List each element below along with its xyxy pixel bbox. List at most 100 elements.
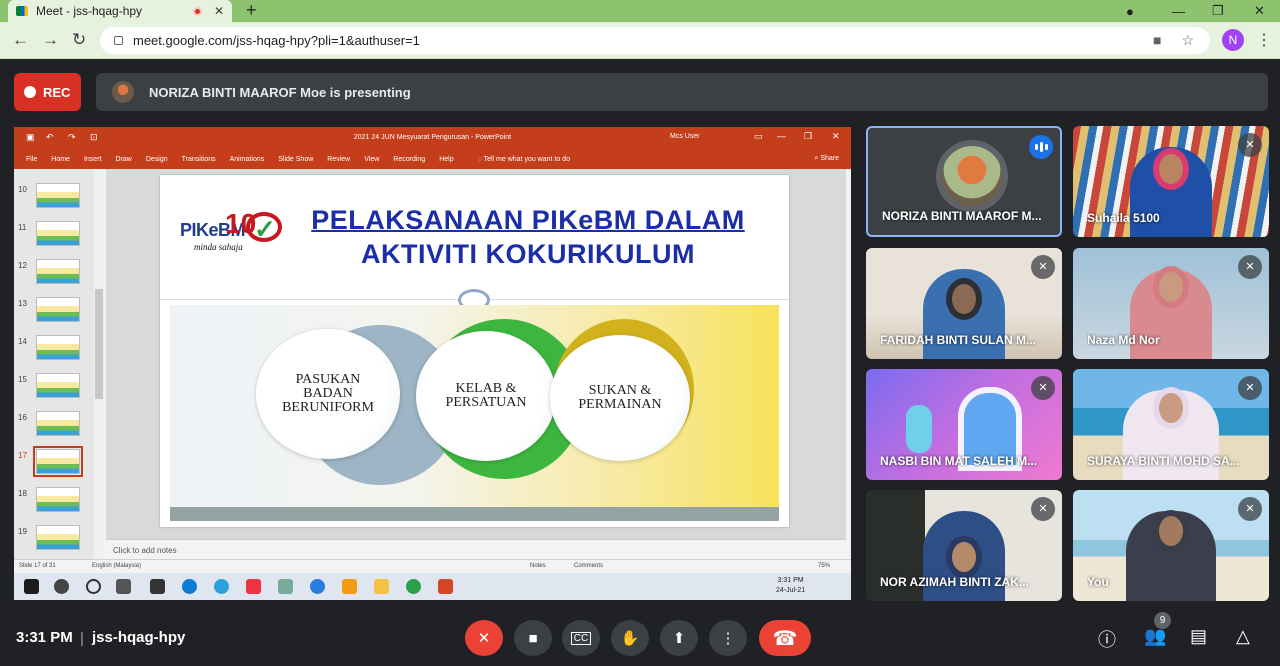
browser-toolbar: ← → ↻ meet.google.com/jss-hqag-hpy?pli=1… [0,22,1280,59]
ribbon-tab: Animations [229,155,265,163]
presenting-banner: NORIZA BINTI MAAROF Moe is presenting [96,73,1268,111]
slide-thumbnail-image [36,259,80,284]
search-icon [54,579,69,594]
slide-thumbnail: 16 [14,409,104,439]
participant-face [1153,266,1189,308]
tab-title: Meet - jss-hqag-hpy [36,4,143,18]
reload-icon[interactable]: ↻ [72,30,86,50]
taskbar-time: 3:31 PM [777,577,804,584]
record-dot-icon [24,86,36,98]
slide-thumbnail-image [36,487,80,512]
new-tab-button[interactable]: + [246,0,257,20]
profile-menu-icon[interactable]: ● [1126,0,1134,22]
participant-tile-suraya[interactable]: ✕ SURAYA BINTI MOHD SA... [1073,369,1269,480]
presenter-avatar [112,81,134,103]
leave-call-button[interactable]: ☎ [759,620,811,656]
app-icon [278,579,293,594]
present-button[interactable]: ⬆ [660,620,698,656]
participant-count-badge: 9 [1154,612,1171,629]
edge-icon [182,579,197,594]
camera-permission-icon[interactable]: ■ [1153,32,1161,49]
slide-thumbnail-image [36,525,80,550]
status-notes: Notes [530,563,546,569]
windows-taskbar: 3:31 PM 24-Jul-21 [14,573,851,600]
minimize-icon[interactable]: — [1172,0,1185,22]
captions-button[interactable]: CC [562,620,600,656]
app-icon [310,579,325,594]
forward-arrow-icon[interactable]: → [42,30,59,50]
participant-tile-faridah[interactable]: ✕ FARIDAH BINTI SULAN M... [866,248,1062,359]
slide-thumbnail-image [36,335,80,360]
browser-tab[interactable]: Meet - jss-hqag-hpy ✕ [8,0,232,22]
slide-title-line-1: PELAKSANAAN PIKeBM DALAM [311,205,745,235]
slide-diagram-area: PASUKAN BADAN BERUNIFORM KELAB & PERSATU… [170,305,779,507]
logo-tagline: minda sahaja [194,242,243,252]
back-arrow-icon[interactable]: ← [12,30,29,50]
slide-number: 19 [18,527,27,536]
recording-button[interactable]: REC [14,73,81,111]
slide-thumbnail-pane: 10 11 12 13 14 15 16 17 18 19 [14,169,104,559]
mic-off-icon: ✕ [1238,497,1262,521]
participant-tile-suhaila[interactable]: ✕ Suhaila 5100 [1073,126,1269,237]
meeting-details-button[interactable]: ⓘ [1098,626,1116,652]
participant-tile-naza[interactable]: ✕ Naza Md Nor [1073,248,1269,359]
people-button[interactable]: 👥 [1144,626,1166,647]
participant-tile-nor-azimah[interactable]: ✕ NOR AZIMAH BINTI ZAK... [866,490,1062,601]
mic-off-icon: ✕ [477,630,491,647]
raise-hand-button[interactable]: ✋ [611,620,649,656]
meet-favicon-icon [16,6,28,16]
tell-me-box: ◌ Tell me what you want to do [478,156,570,163]
powerpoint-ribbon: File Home Insert Draw Design Transitions… [14,149,851,169]
window-close-icon[interactable]: ✕ [1254,0,1265,22]
address-bar[interactable]: meet.google.com/jss-hqag-hpy?pli=1&authu… [100,27,1210,54]
slide-thumbnail-image [36,373,80,398]
tab-close-icon[interactable]: ✕ [214,4,224,18]
participant-tile-nasbi[interactable]: ✕ NASBI BIN MAT SALEH M... [866,369,1062,480]
ribbon-tab: File [26,155,38,163]
participant-tile-you[interactable]: ✕ You [1073,490,1269,601]
chrome-profile-avatar[interactable]: N [1222,29,1244,51]
chat-icon: ▤ [1190,626,1208,646]
slide-thumbnail-selected: 17 [14,446,104,477]
people-icon: 👥 [1144,626,1167,646]
slide-thumbnail: 12 [14,257,104,287]
camera-app-icon [150,579,165,594]
powerpoint-icon [438,579,453,594]
activities-button[interactable]: △ [1236,626,1250,647]
camera-icon: ■ [528,629,538,647]
camera-button[interactable]: ■ [514,620,552,656]
participant-tile-noriza[interactable]: NORIZA BINTI MAAROF M... [866,126,1062,237]
mic-off-icon: ✕ [1238,255,1262,279]
slide-number: 18 [18,489,27,498]
ribbon-tab: Slide Show [278,155,314,163]
activities-icon: △ [1236,626,1250,646]
app-icon [246,579,261,594]
ribbon-tab: Home [51,155,70,163]
file-explorer-icon [374,579,389,594]
chat-button[interactable]: ▤ [1190,626,1207,647]
present-icon: ⬆ [672,630,686,647]
mic-off-button[interactable]: ✕ [465,620,503,656]
ribbon-tab: View [364,155,380,163]
bookmark-star-icon[interactable]: ☆ [1181,32,1194,49]
mic-off-icon: ✕ [1031,376,1055,400]
chrome-menu-icon[interactable]: ⋮ [1256,30,1272,50]
slide-number: 17 [18,451,27,460]
ppt-close-icon: ✕ [832,131,840,141]
checkmark-icon: ✓ [254,214,276,244]
captions-icon: CC [570,631,592,645]
participant-name: NASBI BIN MAT SALEH M... [880,454,1038,468]
slide-thumbnail: 13 [14,295,104,325]
task-view-icon [116,579,131,594]
participant-face [1153,387,1189,429]
pikebm-logo: PIKeBM 10 ✓ minda sahaja [180,208,290,254]
presenting-text: NORIZA BINTI MAAROF Moe is presenting [149,84,411,100]
ppt-ribbon-toggle-icon: ▭ [754,131,763,141]
windows-start-icon [24,579,39,594]
slide-thumbnail: 14 [14,333,104,363]
taskbar-clock: 3:31 PM 24-Jul-21 [776,576,805,596]
powerpoint-user: Mcs User [670,133,700,140]
restore-icon[interactable]: ❐ [1212,0,1224,22]
more-options-button[interactable]: ⋮ [709,620,747,656]
powerpoint-title-bar: ▣ ↶ ↷ ⊡ 2021 24 JUN Mesyuarat Pengurusan… [14,127,851,149]
